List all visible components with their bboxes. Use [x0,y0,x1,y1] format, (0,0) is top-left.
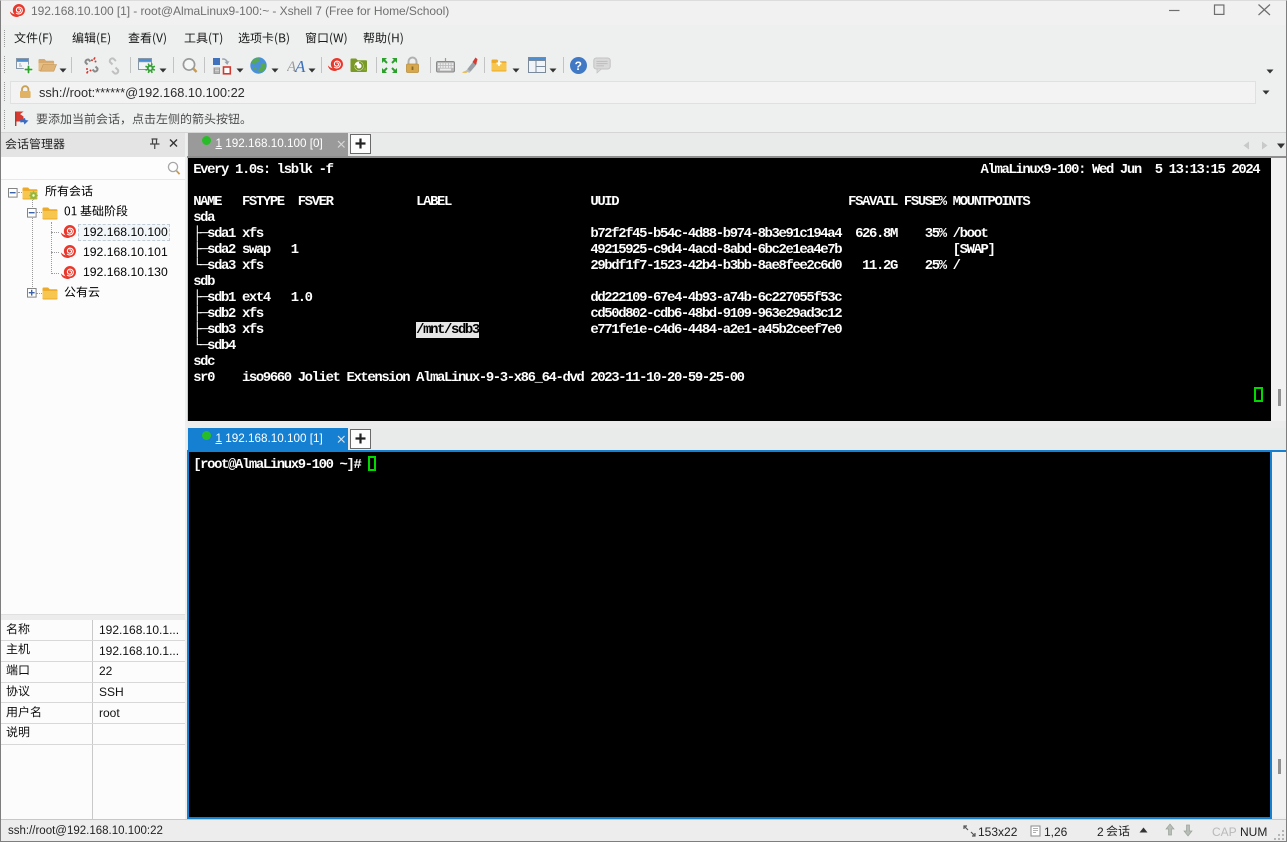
svg-text:?: ? [575,59,582,73]
svg-text:A: A [294,57,306,74]
